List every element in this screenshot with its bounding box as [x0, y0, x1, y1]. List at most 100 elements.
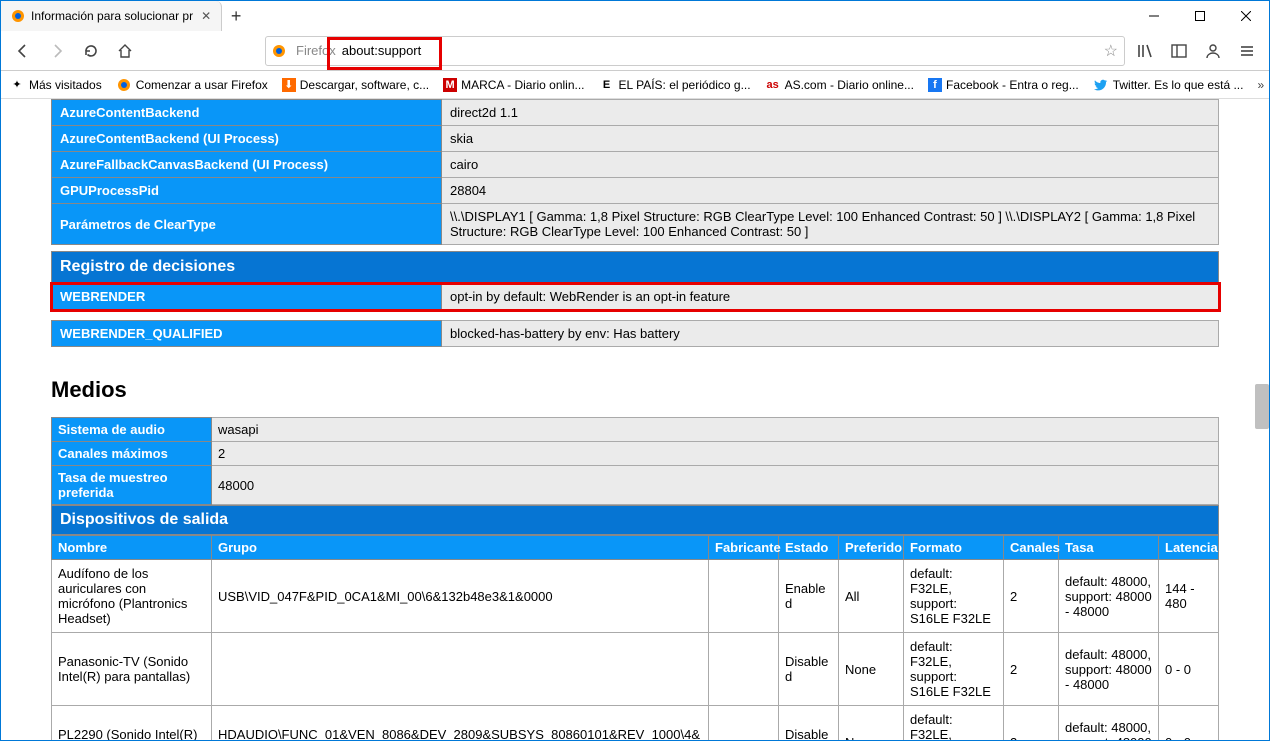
sidebar-button[interactable]: [1165, 37, 1193, 65]
prop-key: GPUProcessPid: [52, 178, 442, 204]
bookmark-download-software[interactable]: ⬇ Descargar, software, c...: [282, 78, 429, 92]
browser-tab[interactable]: Información para solucionar pr ✕: [1, 1, 222, 31]
table-row: GPUProcessPid28804: [52, 178, 1219, 204]
col-header: Tasa: [1059, 536, 1159, 560]
table-row: AzureFallbackCanvasBackend (UI Process)c…: [52, 152, 1219, 178]
graphics-table: AzureContentBackenddirect2d 1.1AzureCont…: [51, 99, 1219, 245]
account-button[interactable]: [1199, 37, 1227, 65]
dev-rate: default: 48000, support: 48000 - 48000: [1059, 633, 1159, 706]
decision-log-header: Registro de decisiones: [51, 251, 1219, 283]
home-button[interactable]: [111, 37, 139, 65]
dev-group: [212, 633, 709, 706]
minimize-button[interactable]: [1131, 1, 1177, 31]
forward-button[interactable]: [43, 37, 71, 65]
table-row: Canales máximos2: [52, 442, 1219, 466]
bookmarks-toolbar: ✦Más visitados Comenzar a usar Firefox ⬇…: [1, 71, 1269, 99]
prop-val: \\.\DISPLAY1 [ Gamma: 1,8 Pixel Structur…: [442, 204, 1219, 245]
dev-name: Audífono de los auriculares con micrófon…: [52, 560, 212, 633]
nav-toolbar: Firefox about:support ☆: [1, 31, 1269, 71]
table-row: Sistema de audiowasapi: [52, 418, 1219, 442]
library-button[interactable]: [1131, 37, 1159, 65]
table-row: Panasonic-TV (Sonido Intel(R) para panta…: [52, 633, 1219, 706]
prop-key: AzureFallbackCanvasBackend (UI Process): [52, 152, 442, 178]
dev-rate: default: 48000, support: 48000 - 48000: [1059, 560, 1159, 633]
dev-vendor: [709, 706, 779, 741]
col-header: Nombre: [52, 536, 212, 560]
tab-close-icon[interactable]: ✕: [201, 9, 211, 23]
reload-button[interactable]: [77, 37, 105, 65]
download-icon: ⬇: [282, 78, 296, 92]
col-header: Latencia: [1159, 536, 1219, 560]
new-tab-button[interactable]: +: [222, 2, 250, 30]
bookmark-label: MARCA - Diario onlin...: [461, 78, 584, 92]
dev-pref: All: [839, 560, 904, 633]
firefox-identity-icon: [272, 44, 286, 58]
prop-val: opt-in by default: WebRender is an opt-i…: [442, 284, 1219, 310]
dev-channels: 2: [1004, 560, 1059, 633]
dev-format: default: F32LE, support: S16LE F32LE: [904, 633, 1004, 706]
table-row: Parámetros de ClearType\\.\DISPLAY1 [ Ga…: [52, 204, 1219, 245]
marca-icon: M: [443, 78, 457, 92]
window-close-button[interactable]: [1223, 1, 1269, 31]
maximize-button[interactable]: [1177, 1, 1223, 31]
bookmark-get-started-firefox[interactable]: Comenzar a usar Firefox: [116, 77, 268, 93]
scrollbar-thumb[interactable]: [1255, 384, 1269, 429]
prop-val: cairo: [442, 152, 1219, 178]
output-devices-header: Dispositivos de salida: [51, 505, 1219, 535]
col-header: Formato: [904, 536, 1004, 560]
prop-key: Canales máximos: [52, 442, 212, 466]
bookmark-facebook[interactable]: fFacebook - Entra o reg...: [928, 78, 1079, 92]
bookmarks-overflow-icon[interactable]: »: [1257, 71, 1264, 99]
dev-pref: None: [839, 633, 904, 706]
bookmark-elpais[interactable]: EEL PAÍS: el periódico g...: [599, 77, 751, 93]
window-controls: [1131, 1, 1269, 31]
dev-latency: 144 - 480: [1159, 560, 1219, 633]
dev-format: default: F32LE, support: S16LE F32LE: [904, 706, 1004, 741]
dev-name: Panasonic-TV (Sonido Intel(R) para panta…: [52, 633, 212, 706]
prop-val: skia: [442, 126, 1219, 152]
menu-button[interactable]: [1233, 37, 1261, 65]
bookmark-label: Más visitados: [29, 78, 102, 92]
prop-val: blocked-has-battery by env: Has battery: [442, 321, 1219, 347]
bookmark-label: Twitter. Es lo que está ...: [1113, 78, 1244, 92]
bookmark-label: Descargar, software, c...: [300, 78, 429, 92]
back-button[interactable]: [9, 37, 37, 65]
bookmark-twitter[interactable]: Twitter. Es lo que está ...: [1093, 77, 1244, 93]
media-header: Medios: [51, 377, 1219, 403]
url-bar[interactable]: Firefox about:support ☆: [265, 36, 1125, 66]
dev-group: USB\VID_047F&PID_0CA1&MI_00\6&132b48e3&1…: [212, 560, 709, 633]
table-row: AzureContentBackenddirect2d 1.1: [52, 100, 1219, 126]
prop-key: WEBRENDER_QUALIFIED: [52, 321, 442, 347]
dev-latency: 0 - 0: [1159, 706, 1219, 741]
bookmark-star-icon[interactable]: ☆: [1104, 41, 1118, 61]
page-content[interactable]: AzureContentBackenddirect2d 1.1AzureCont…: [1, 99, 1269, 740]
decision-table: WEBRENDERopt-in by default: WebRender is…: [51, 283, 1219, 347]
table-row: AzureContentBackend (UI Process)skia: [52, 126, 1219, 152]
dev-vendor: [709, 560, 779, 633]
titlebar: Información para solucionar pr ✕ +: [1, 1, 1269, 31]
bookmark-as[interactable]: asAS.com - Diario online...: [765, 77, 914, 93]
prop-val: wasapi: [212, 418, 1219, 442]
col-header: Grupo: [212, 536, 709, 560]
prop-val: 48000: [212, 466, 1219, 505]
url-text[interactable]: about:support: [342, 43, 1098, 58]
prop-key: AzureContentBackend: [52, 100, 442, 126]
elpais-icon: E: [599, 77, 615, 93]
prop-key: Sistema de audio: [52, 418, 212, 442]
tab-title: Información para solucionar pr: [31, 9, 193, 23]
as-icon: as: [765, 77, 781, 93]
prop-val: direct2d 1.1: [442, 100, 1219, 126]
col-header: Estado: [779, 536, 839, 560]
col-header: Fabricante: [709, 536, 779, 560]
bookmark-marca[interactable]: M MARCA - Diario onlin...: [443, 78, 584, 92]
bookmark-most-visited[interactable]: ✦Más visitados: [9, 77, 102, 93]
bookmark-label: Comenzar a usar Firefox: [136, 78, 268, 92]
dev-channels: 2: [1004, 633, 1059, 706]
output-devices-table: NombreGrupoFabricanteEstadoPreferidoForm…: [51, 535, 1219, 740]
dev-rate: default: 48000, support: 48000 - 48000: [1059, 706, 1159, 741]
dev-state: Disabled: [779, 706, 839, 741]
table-row: Audífono de los auriculares con micrófon…: [52, 560, 1219, 633]
table-row: WEBRENDER_QUALIFIEDblocked-has-battery b…: [52, 321, 1219, 347]
prop-key: Parámetros de ClearType: [52, 204, 442, 245]
url-prefix: Firefox: [296, 43, 336, 58]
